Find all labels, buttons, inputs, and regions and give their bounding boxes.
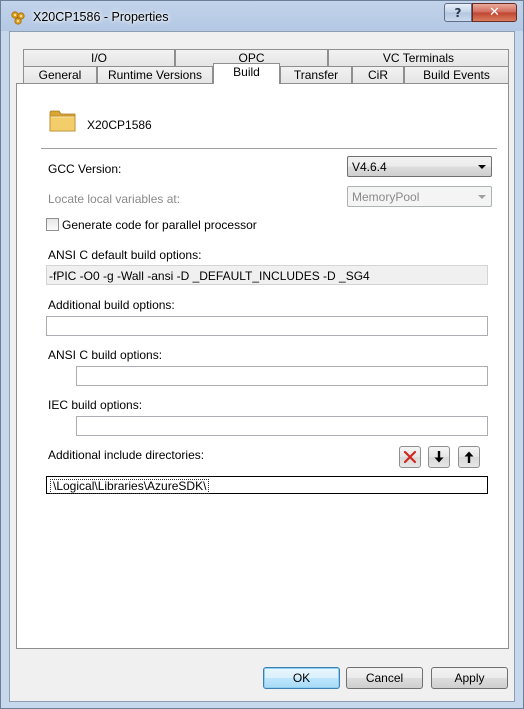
apply-button[interactable]: Apply (431, 667, 508, 689)
header-separator (41, 148, 497, 149)
tab-label: Build (233, 65, 260, 79)
object-name: X20CP1586 (87, 118, 152, 132)
properties-window: X20CP1586 - Properties ? ✕ I/O OPC VC Te… (0, 0, 524, 709)
delete-icon (403, 450, 417, 464)
tab-vc-terminals[interactable]: VC Terminals (328, 49, 509, 67)
chevron-down-icon (478, 165, 486, 169)
parallel-processor-checkbox[interactable] (46, 218, 59, 231)
additional-options-input[interactable] (46, 316, 488, 336)
ok-button[interactable]: OK (263, 667, 340, 689)
gcc-version-label: GCC Version: (48, 162, 122, 176)
gcc-version-value: V4.6.4 (352, 160, 387, 174)
iec-options-label: IEC build options: (48, 398, 143, 412)
tab-label: General (38, 68, 82, 82)
chevron-down-icon (478, 195, 486, 199)
locate-vars-select[interactable]: MemoryPool (347, 186, 492, 207)
tab-general[interactable]: General (23, 66, 97, 84)
move-down-button[interactable] (428, 446, 450, 468)
tab-label: Runtime Versions (107, 68, 203, 82)
include-dirs-list[interactable]: \Logical\Libraries\AzureSDK\ (46, 476, 488, 494)
tab-io[interactable]: I/O (23, 49, 175, 67)
move-down-icon (434, 451, 444, 463)
gcc-version-select[interactable]: V4.6.4 (347, 156, 492, 177)
tab-transfer[interactable]: Transfer (280, 66, 352, 84)
close-button[interactable]: ✕ (472, 3, 517, 22)
folder-icon (49, 110, 76, 132)
cancel-button[interactable]: Cancel (346, 667, 423, 689)
tab-label: I/O (90, 51, 107, 65)
help-button[interactable]: ? (444, 3, 472, 22)
title-bar[interactable]: X20CP1586 - Properties ? ✕ (1, 1, 523, 33)
tab-cir[interactable]: CiR (352, 66, 404, 84)
tab-runtime-versions[interactable]: Runtime Versions (97, 66, 213, 84)
help-icon: ? (454, 5, 462, 20)
close-icon: ✕ (489, 5, 500, 20)
locate-vars-value: MemoryPool (352, 190, 420, 204)
delete-include-button[interactable] (399, 446, 421, 468)
include-dirs-label: Additional include directories: (48, 448, 205, 462)
tab-build-events[interactable]: Build Events (404, 66, 509, 84)
tab-label: Transfer (293, 68, 339, 82)
ansi-default-value: -fPIC -O0 -g -Wall -ansi -D _DEFAULT_INC… (49, 269, 370, 283)
include-dir-item[interactable]: \Logical\Libraries\AzureSDK\ (50, 479, 210, 494)
tab-label: CiR (368, 68, 388, 82)
ansi-options-input[interactable] (76, 366, 488, 386)
tab-build[interactable]: Build (213, 63, 280, 84)
ansi-default-label: ANSI C default build options: (48, 248, 202, 262)
parallel-processor-label: Generate code for parallel processor (62, 218, 257, 232)
locate-vars-label: Locate local variables at: (48, 192, 181, 206)
move-up-button[interactable] (458, 446, 480, 468)
ansi-default-field: -fPIC -O0 -g -Wall -ansi -D _DEFAULT_INC… (46, 265, 488, 285)
additional-options-label: Additional build options: (48, 298, 175, 312)
app-icon (11, 11, 25, 25)
tab-label: VC Terminals (382, 51, 455, 65)
tab-label: Build Events (423, 68, 490, 82)
ansi-options-label: ANSI C build options: (48, 348, 163, 362)
iec-options-input[interactable] (76, 416, 488, 436)
window-title: X20CP1586 - Properties (33, 10, 169, 24)
move-up-icon (464, 451, 474, 463)
